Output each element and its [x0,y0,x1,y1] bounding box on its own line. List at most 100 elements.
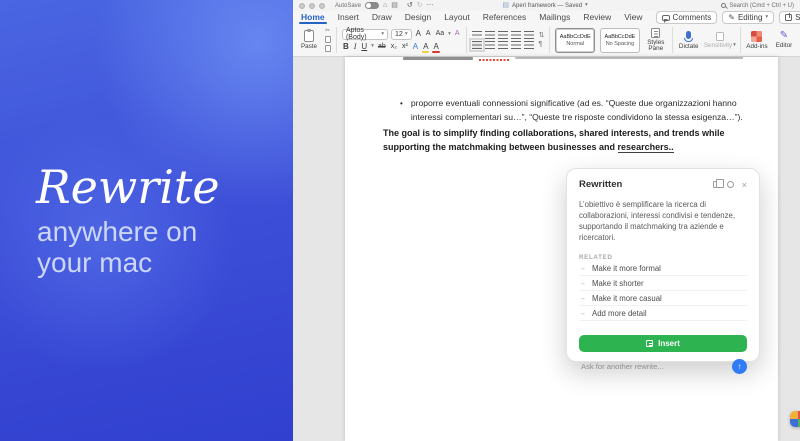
font-size-select[interactable]: 12 ▾ [391,29,412,40]
tab-layout[interactable]: Layout [444,11,470,24]
line-spacing-icon[interactable] [524,41,534,49]
document-icon: ▤ [502,2,509,9]
titlebar: AutoSave ⌂ ▤ ↺ ↻ ⋯ ▤ Aperi framework — S… [293,0,800,11]
minimize-window-button[interactable] [309,3,315,9]
tab-draw[interactable]: Draw [372,11,392,24]
decrease-indent-icon[interactable] [511,31,521,39]
bullet-list-icon[interactable] [472,31,482,39]
font-color-button[interactable]: A [432,42,439,51]
superscript-button[interactable]: x² [401,42,409,52]
ask-rewrite-input[interactable] [579,361,732,372]
insert-icon [646,340,653,347]
bold-button[interactable]: B [342,42,350,52]
tab-view[interactable]: View [624,11,642,24]
add-ins-button[interactable]: Add-ins [746,31,768,50]
undo-icon[interactable]: ↺ [407,2,413,9]
document-canvas: • proporre eventuali connessioni signifi… [293,57,800,441]
ribbon-divider [336,27,337,53]
styles-pane-button[interactable]: Styles Pane [645,28,667,52]
autosave-toggle[interactable] [365,2,379,9]
align-right-icon[interactable] [498,41,508,49]
pencil-icon: ✎ [728,13,735,22]
sensitivity-button[interactable]: Sensitivity ▾ [705,32,735,49]
copy-icon[interactable] [325,36,331,43]
related-item-detail[interactable]: → Add more detail [579,306,747,321]
highlight-color-button[interactable]: A [422,42,429,51]
multilevel-list-icon[interactable] [498,31,508,39]
paragraph-marks-icon[interactable]: ¶ [539,42,545,48]
editor-label: Editor [776,42,792,49]
print-icon[interactable]: ▤ [391,2,398,9]
shrink-font-button[interactable]: A [425,29,432,39]
screenshot-stage: Rewrite anywhere on your mac AutoSave ⌂ … [0,0,800,441]
rewritten-text: L’obiettivo è semplificare la ricerca di… [579,199,747,243]
clear-formatting-button[interactable]: A [454,29,461,39]
paste-button[interactable]: Paste [298,30,320,50]
zoom-window-button[interactable] [319,3,325,9]
font-size-value: 12 [395,31,403,38]
document-title-area[interactable]: ▤ Aperi framework — Saved ▾ [502,2,587,9]
chevron-down-icon: ▾ [448,32,451,37]
align-center-icon[interactable] [485,41,495,49]
align-left-icon[interactable] [472,41,482,49]
style-name: Normal [566,41,584,47]
editing-mode-button[interactable]: ✎ Editing ▾ [722,11,774,24]
copy-icon[interactable] [713,181,719,188]
related-item-label: Make it shorter [592,279,644,288]
increase-indent-icon[interactable] [524,31,534,39]
grow-font-button[interactable]: A [415,29,422,39]
insert-label: Insert [658,339,680,348]
tab-review[interactable]: Review [583,11,611,24]
share-button[interactable]: Share [779,11,800,24]
chevron-down-icon: ▾ [371,44,374,49]
sensitivity-icon [716,32,724,41]
comments-label: Comments [673,13,712,22]
home-icon[interactable]: ⌂ [383,2,387,9]
tab-home[interactable]: Home [301,11,325,24]
search-label: Search (Cmd + Ctrl + U) [729,3,794,9]
tab-insert[interactable]: Insert [338,11,359,24]
redo-icon[interactable]: ↻ [417,2,423,9]
ribbon-divider [466,27,467,53]
tab-mailings[interactable]: Mailings [539,11,570,24]
sort-icon[interactable]: ⇅ [539,33,545,39]
goal-paragraph: The goal is to simplify finding collabor… [383,126,753,154]
share-label: Share [795,13,800,22]
numbered-list-icon[interactable] [485,31,495,39]
editor-button[interactable]: ✎ Editor [773,31,795,49]
format-painter-icon[interactable] [325,45,331,52]
styles-pane-label-2: Pane [648,45,663,52]
style-normal-card[interactable]: AaBbCcDdE Normal [555,28,595,53]
dictate-button[interactable]: Dictate [678,31,700,50]
clipped-text-line [383,57,743,61]
font-name-select[interactable]: Aptos (Body) ▾ [342,29,388,40]
subscript-button[interactable]: x₂ [390,42,398,52]
promo-panel: Rewrite anywhere on your mac [0,0,293,441]
more-commands-icon[interactable]: ⋯ [427,2,434,9]
settings-icon[interactable] [727,181,734,188]
send-button[interactable]: ↑ [732,359,747,374]
tab-references[interactable]: References [483,11,526,24]
related-item-casual[interactable]: → Make it more casual [579,291,747,306]
text-effects-button[interactable]: A [412,42,419,51]
justify-icon[interactable] [511,41,521,49]
insert-button[interactable]: Insert [579,335,747,352]
close-window-button[interactable] [299,3,305,9]
comments-button[interactable]: Comments [656,11,718,24]
rewrite-app-corner-icon[interactable] [790,411,800,427]
search-box[interactable]: Search (Cmd + Ctrl + U) [721,3,794,9]
italic-button[interactable]: I [353,42,358,52]
underline-button[interactable]: U [360,42,368,52]
editor-pen-icon: ✎ [780,31,788,41]
related-item-shorter[interactable]: → Make it shorter [579,276,747,291]
related-item-formal[interactable]: → Make it more formal [579,261,747,276]
styles-pane-icon [651,28,660,38]
popup-footer: ↑ [579,359,747,374]
close-icon[interactable]: × [742,181,747,189]
style-no-spacing-card[interactable]: AaBbCcDdE No Spacing [600,28,640,53]
strikethrough-button[interactable]: ab [377,42,387,52]
change-case-button[interactable]: Aa [435,29,446,39]
font-name-value: Aptos (Body) [346,27,379,41]
tab-design[interactable]: Design [405,11,431,24]
cut-icon[interactable]: ✂ [325,28,331,34]
